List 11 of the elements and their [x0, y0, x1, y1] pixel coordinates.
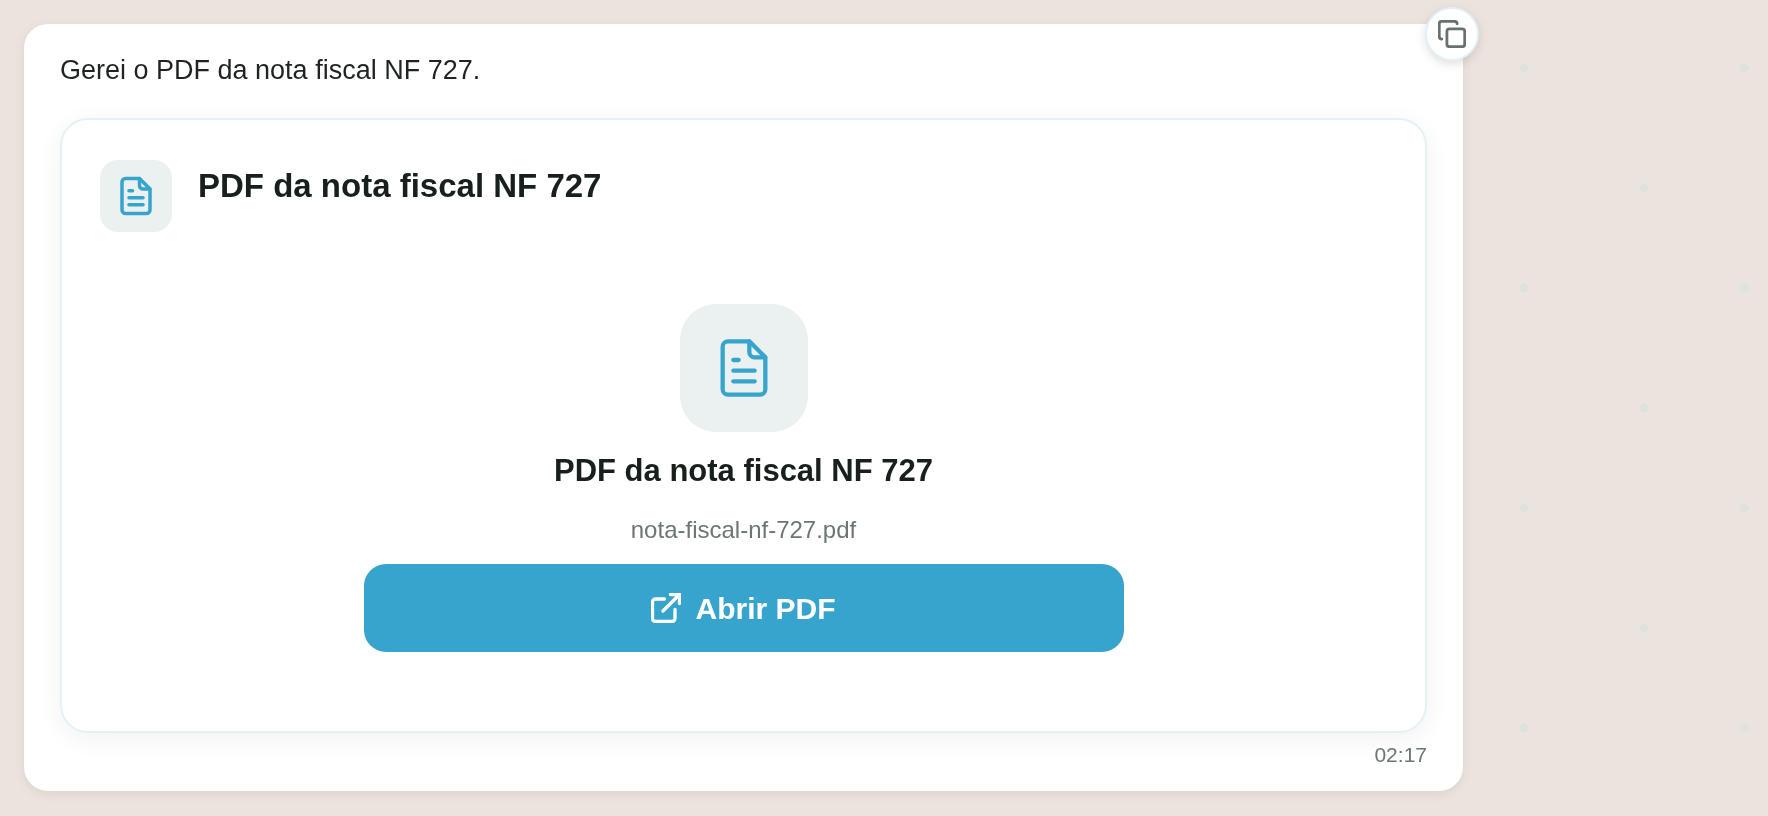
document-title: PDF da nota fiscal NF 727: [554, 452, 933, 490]
copy-button[interactable]: [1425, 7, 1479, 61]
copy-icon: [1438, 20, 1466, 48]
message-text: Gerei o PDF da nota fiscal NF 727.: [60, 54, 482, 87]
attachment-title: PDF da nota fiscal NF 727: [198, 166, 602, 206]
document-icon: [100, 160, 172, 232]
file-name: nota-fiscal-nf-727.pdf: [630, 515, 857, 545]
open-pdf-button[interactable]: Abrir PDF: [363, 564, 1124, 652]
document-icon: [679, 304, 808, 432]
message-time: 02:17: [1374, 742, 1427, 768]
external-link-icon: [651, 593, 682, 623]
